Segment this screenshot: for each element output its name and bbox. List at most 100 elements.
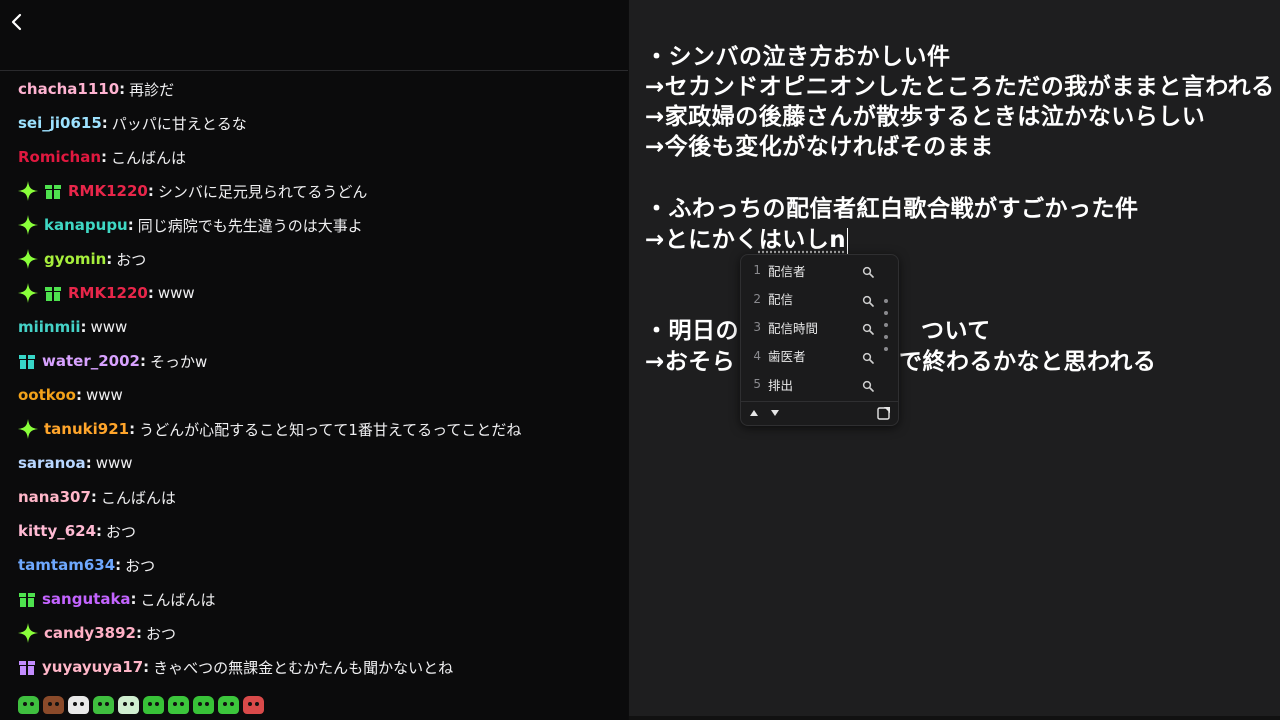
chat-username[interactable]: tanuki921 [44,420,129,438]
chat-message-text: www [85,386,123,404]
chat-username[interactable]: miinmii [18,318,81,336]
chat-message: miinmii: www [0,310,628,344]
chat-message-text: おつ [116,250,147,269]
note-line: →セカンドオピニオンしたところただの我がままと言われる [645,74,1275,100]
chat-username[interactable]: tamtam634 [18,556,115,574]
green-emote-icon [168,696,189,714]
search-icon[interactable] [862,263,876,278]
gift-badge-icon [18,352,36,370]
chat-username[interactable]: gyomin [44,250,106,268]
search-icon[interactable] [862,377,876,393]
chat-message: chacha1110: 再診だ [0,72,628,106]
chat-panel: chacha1110: 再診だ sei_ji0615: パッパに甘えとるな Romich… [0,0,628,720]
chat-message-text: シンバに足元見られてるうどん [157,182,368,201]
search-icon[interactable] [862,320,876,335]
chat-separator: : [101,148,107,166]
chat-separator: : [96,522,103,540]
notepad-editor[interactable]: ・シンバの泣き方おかしい件 →セカンドオピニオンしたところただの我がままと言われ… [629,0,1280,716]
green-emote-icon [218,696,239,714]
page-up-icon[interactable] [749,408,759,418]
red-emote-icon [243,696,264,714]
chat-message: yuyayuya17: きゃべつの無課金とむかたんも聞かないとね [0,650,628,684]
search-icon[interactable] [862,292,876,307]
composed-text: →とにかく [645,227,759,253]
candidate-number: 2 [753,291,761,306]
chat-username[interactable]: water_2002 [42,352,140,370]
gift-badge-icon [44,284,62,302]
chat-separator: : [106,250,113,268]
chat-message: saranoa: www [0,446,628,480]
candidate-text: 配信者 [768,263,806,279]
note-line: →家政婦の後藤さんが散歩するときは泣かないらしい [645,104,1206,130]
chat-username[interactable]: Romichan [18,148,101,166]
chat-username[interactable]: nana307 [18,488,91,506]
sparkle-badge-icon [18,419,38,439]
chat-username[interactable]: sei_ji0615 [18,114,102,132]
gift-badge-icon [18,590,36,608]
chat-username[interactable]: RMK1220 [68,284,148,302]
chat-message-text: www [90,318,128,336]
chat-username[interactable]: RMK1220 [68,182,148,200]
text-caret [847,227,849,254]
white-emote-icon [118,696,139,714]
sparkle-badge-icon [18,249,38,269]
candidate-text: 配信 [768,292,794,308]
page-dot [884,299,888,303]
candidate-number: 3 [753,320,761,335]
ime-candidate[interactable]: 3 配信時間 [741,313,876,341]
chat-message-text: きゃべつの無課金とむかたんも聞かないとね [153,658,454,677]
emote-row [18,696,264,714]
chat-message: sei_ji0615: パッパに甘えとるな [0,106,628,140]
ime-footer [741,401,898,426]
chat-username[interactable]: candy3892 [44,624,136,642]
ime-page-indicator [884,299,890,359]
candidate-text: 配信時間 [768,320,819,336]
chat-username[interactable]: chacha1110 [18,80,119,98]
chat-header [0,0,628,71]
chat-username[interactable]: sangutaka [42,590,131,608]
ime-candidate[interactable]: 1 配信者 [741,256,876,284]
chat-username[interactable]: kanapupu [44,216,128,234]
note-line: →今後も変化がなければそのまま [645,134,994,160]
ime-composition-text: はいしn [758,227,847,253]
chat-separator: : [147,284,154,302]
note-line: ついて [921,318,991,344]
chat-message-text: うどんが心配すること知ってて1番甘えてるってことだね [139,420,522,439]
note-line: で終わるかなと思われる [899,349,1157,375]
chat-separator: : [90,488,97,506]
note-line: ・ふわっちの配信者紅白歌合戦がすごかった件 [645,196,1139,222]
back-button[interactable] [6,10,28,34]
green-emote-icon [143,696,164,714]
search-icon[interactable] [862,349,876,364]
page-down-icon[interactable] [770,408,780,418]
chat-separator: : [119,80,126,98]
brown-emote-icon [43,696,64,714]
expand-table-icon[interactable] [877,406,891,420]
chat-separator: : [80,318,87,336]
chat-message-text: こんばんは [100,488,176,507]
ime-candidate[interactable]: 4 歯医者 [741,342,876,370]
chat-message: tamtam634: おつ [0,548,628,582]
chat-separator: : [101,114,108,132]
chat-message: RMK1220: www [0,276,628,310]
chat-message-text: こんばんは [140,590,216,609]
ime-candidate[interactable]: 2 配信 [741,285,876,313]
chat-username[interactable]: yuyayuya17 [42,658,143,676]
chat-message-text: おつ [145,624,176,643]
ime-candidate[interactable]: 5 排出 [741,370,876,398]
note-line: →おそら [645,349,736,375]
chat-message: RMK1220: シンバに足元見られてるうどん [0,174,628,208]
chat-separator: : [139,352,146,370]
page-dot [884,335,888,339]
note-line: ・シンバの泣き方おかしい件 [645,44,951,70]
ime-candidate-window: 1 配信者 2 配信 3 配信時間 4 歯医者 5 排出 [740,254,899,426]
chat-message-text: www [157,284,195,302]
chat-message-text: パッパに甘えとるな [111,114,247,133]
chat-username[interactable]: saranoa [18,454,86,472]
chat-separator: : [143,658,150,676]
chat-separator: : [127,216,134,234]
chat-separator: : [75,386,82,404]
chat-username[interactable]: kitty_624 [18,522,96,540]
chat-username[interactable]: ootkoo [18,386,76,404]
chat-message: gyomin: おつ [0,242,628,276]
